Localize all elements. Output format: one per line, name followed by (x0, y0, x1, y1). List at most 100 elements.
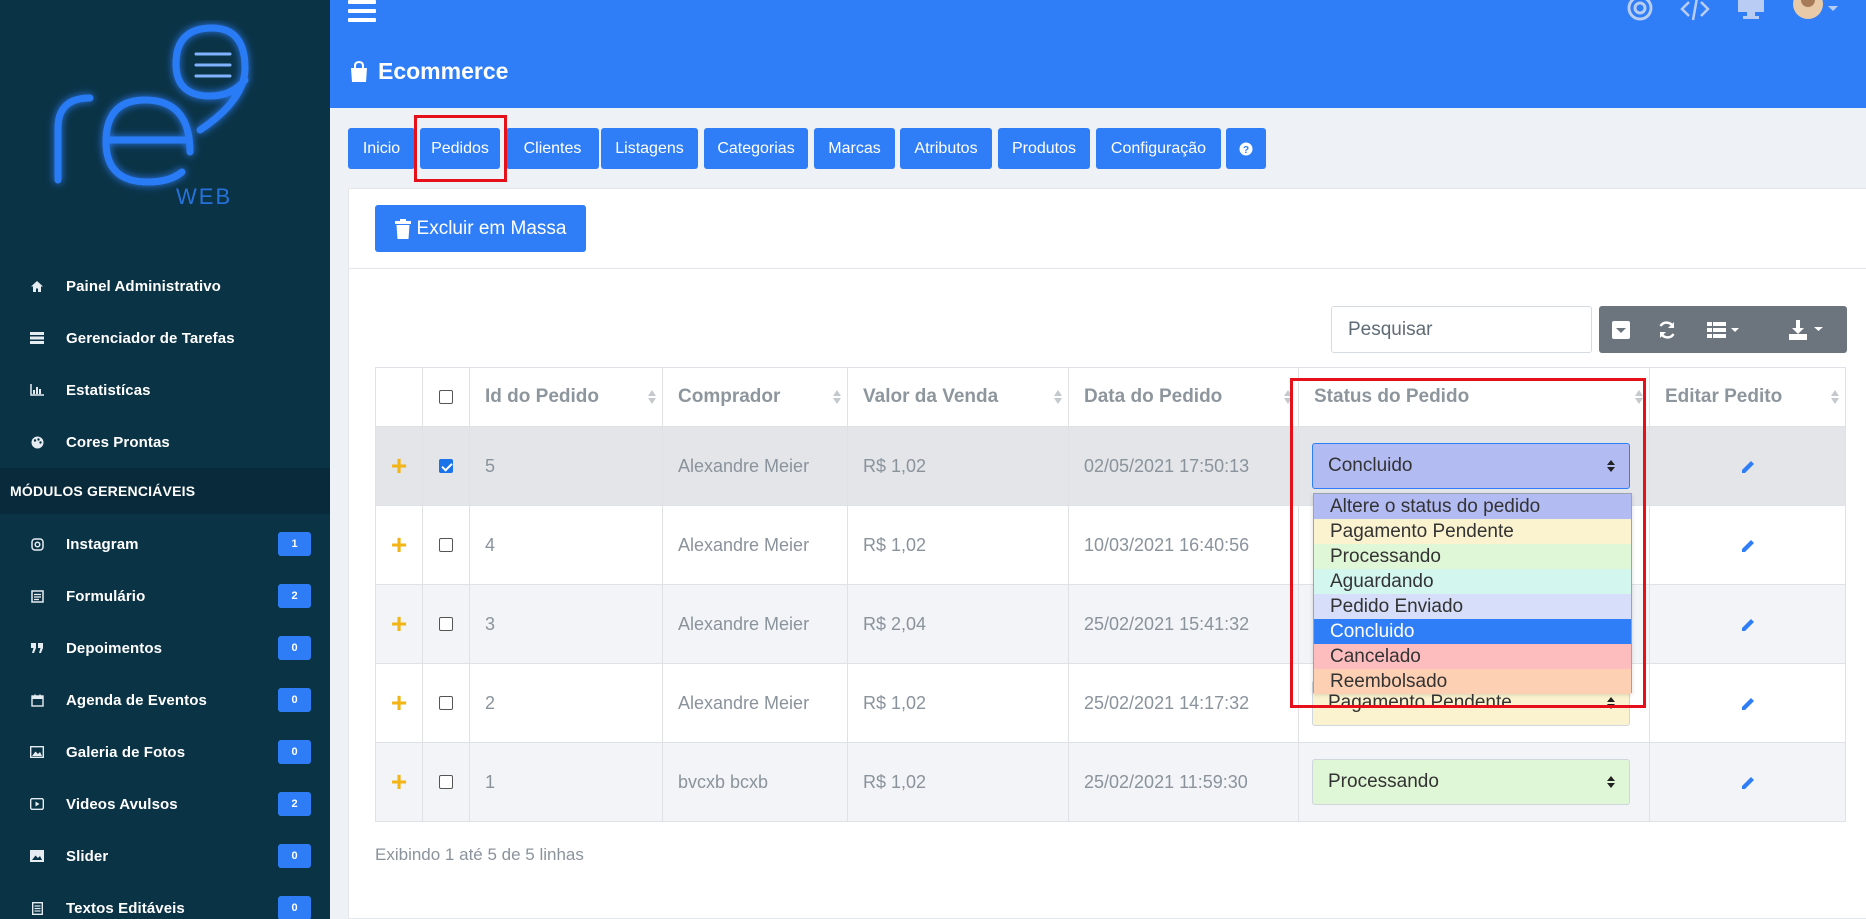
tab-configuracao[interactable]: Configuração (1096, 128, 1221, 169)
row-select-cell (422, 427, 469, 505)
order-id: 4 (469, 506, 662, 584)
sidebar-item-label: Formulário (66, 587, 146, 605)
pencil-icon[interactable] (1740, 696, 1756, 712)
order-date: 10/03/2021 16:40:56 (1068, 506, 1298, 584)
sidebar-item-agenda-de-eventos[interactable]: Agenda de Eventos 0 (0, 674, 330, 726)
sidebar: WEB Painel Administrativo Gerenciador de… (0, 0, 330, 919)
tab-listagens[interactable]: Listagens (601, 128, 698, 169)
expand-row-icon[interactable]: + (375, 664, 422, 742)
column-header-value[interactable]: Valor da Venda (847, 368, 1068, 426)
page-title-text: Ecommerce (378, 58, 509, 84)
count-badge: 2 (278, 792, 311, 816)
select-all-checkbox[interactable] (439, 390, 453, 404)
sort-icon (1054, 390, 1062, 404)
row-select-cell (422, 506, 469, 584)
hamburger-menu-icon[interactable] (348, 0, 376, 26)
chart-icon (28, 382, 46, 398)
expand-row-icon[interactable]: + (375, 585, 422, 663)
caret-square-down-icon (1612, 320, 1630, 339)
form-icon (28, 588, 46, 604)
pencil-icon[interactable] (1740, 775, 1756, 791)
order-id: 5 (469, 427, 662, 505)
tab-atributos[interactable]: Atributos (900, 128, 992, 169)
help-button[interactable]: ? (1226, 128, 1266, 169)
sidebar-item-label: Painel Administrativo (66, 277, 221, 295)
sidebar-item-slider[interactable]: Slider 0 (0, 830, 330, 882)
expand-row-icon[interactable]: + (375, 427, 422, 505)
sale-value: R$ 2,04 (847, 585, 1068, 663)
annotation-highlight-box (1290, 378, 1646, 708)
columns-icon (1707, 321, 1739, 338)
support-icon[interactable] (1625, 0, 1655, 22)
count-badge: 0 (278, 896, 311, 919)
sale-value: R$ 1,02 (847, 506, 1068, 584)
sidebar-item-formulario[interactable]: Formulário 2 (0, 570, 330, 622)
page-title: Ecommerce (348, 58, 508, 85)
tab-clientes[interactable]: Clientes (506, 128, 599, 169)
bulk-delete-button[interactable]: Excluir em Massa (375, 205, 586, 252)
columns-dropdown-button[interactable] (1691, 306, 1755, 353)
order-id: 2 (469, 664, 662, 742)
pencil-icon[interactable] (1740, 538, 1756, 554)
table-row[interactable]: + 1 bvcxb bcxb R$ 1,02 25/02/2021 11:59:… (375, 743, 1846, 822)
instagram-icon (28, 536, 46, 552)
row-checkbox[interactable] (439, 775, 453, 789)
column-header-edit[interactable]: Editar Pedito (1649, 368, 1845, 426)
sidebar-item-textos-editaveis[interactable]: Textos Editáveis 0 (0, 882, 330, 919)
tab-categorias[interactable]: Categorias (704, 128, 808, 169)
tab-inicio[interactable]: Inicio (348, 128, 415, 169)
buyer-name: Alexandre Meier (662, 664, 847, 742)
sidebar-item-instagram[interactable]: Instagram 1 (0, 518, 330, 570)
table-toolbar (1599, 306, 1847, 353)
search-input[interactable] (1331, 306, 1592, 353)
row-checkbox[interactable] (439, 459, 453, 473)
count-badge: 2 (278, 584, 311, 608)
order-date: 25/02/2021 15:41:32 (1068, 585, 1298, 663)
sidebar-item-videos-avulsos[interactable]: Videos Avulsos 2 (0, 778, 330, 830)
pencil-icon[interactable] (1740, 459, 1756, 475)
pagination-summary: Exibindo 1 até 5 de 5 linhas (375, 845, 584, 864)
sidebar-item-cores-prontas[interactable]: Cores Prontas (0, 416, 330, 468)
user-avatar[interactable] (1792, 0, 1838, 22)
count-badge: 1 (278, 532, 311, 556)
refresh-icon (1659, 320, 1675, 339)
sidebar-item-gerenciador-de-tarefas[interactable]: Gerenciador de Tarefas (0, 312, 330, 364)
row-select-cell (422, 585, 469, 663)
buyer-name: Alexandre Meier (662, 585, 847, 663)
column-header-date[interactable]: Data do Pedido (1068, 368, 1298, 426)
sidebar-item-galeria-de-fotos[interactable]: Galeria de Fotos 0 (0, 726, 330, 778)
svg-text:?: ? (1243, 145, 1249, 156)
row-checkbox[interactable] (439, 617, 453, 631)
sidebar-item-depoimentos[interactable]: Depoimentos 0 (0, 622, 330, 674)
sidebar-item-estatisticas[interactable]: Estatistícas (0, 364, 330, 416)
sidebar-item-painel-administrativo[interactable]: Painel Administrativo (0, 260, 330, 312)
tab-marcas[interactable]: Marcas (814, 128, 895, 169)
count-badge: 0 (278, 636, 311, 660)
code-icon[interactable] (1679, 0, 1711, 22)
row-select-cell (422, 743, 469, 821)
card-divider (348, 268, 1866, 269)
expand-row-icon[interactable]: + (375, 506, 422, 584)
trash-icon (394, 218, 411, 239)
sale-value: R$ 1,02 (847, 743, 1068, 821)
order-id: 1 (469, 743, 662, 821)
expand-column-header (375, 368, 422, 426)
top-bar: Ecommerce (330, 0, 1866, 108)
sale-value: R$ 1,02 (847, 427, 1068, 505)
toggle-collapse-button[interactable] (1599, 306, 1643, 353)
tab-produtos[interactable]: Produtos (998, 128, 1090, 169)
status-select[interactable]: Processando (1312, 759, 1630, 805)
shopping-bag-icon (351, 60, 367, 82)
buyer-name: bvcxb bcxb (662, 743, 847, 821)
row-checkbox[interactable] (439, 538, 453, 552)
export-dropdown-button[interactable] (1775, 306, 1837, 353)
column-header-buyer[interactable]: Comprador (662, 368, 847, 426)
sidebar-item-label: Textos Editáveis (66, 899, 185, 917)
row-checkbox[interactable] (439, 696, 453, 710)
column-header-id[interactable]: Id do Pedido (469, 368, 662, 426)
pencil-icon[interactable] (1740, 617, 1756, 633)
sidebar-item-label: Instagram (66, 535, 139, 553)
refresh-button[interactable] (1643, 306, 1691, 353)
expand-row-icon[interactable]: + (375, 743, 422, 821)
monitor-icon[interactable] (1736, 0, 1766, 22)
